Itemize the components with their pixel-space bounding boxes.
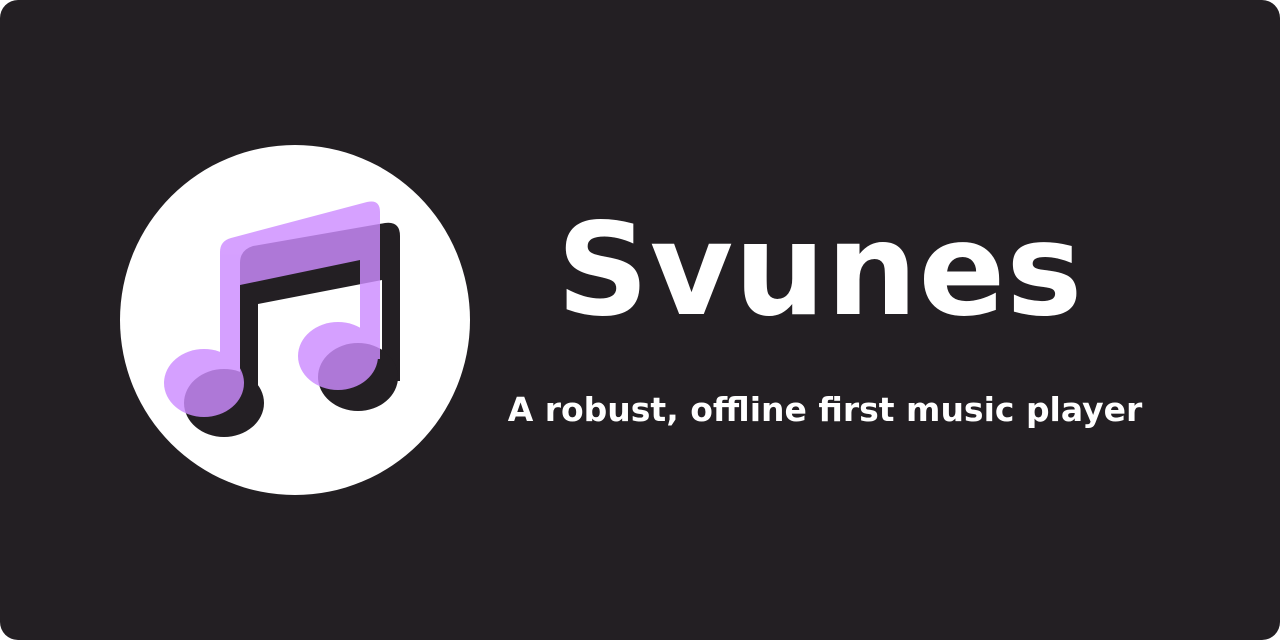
music-note-icon	[164, 201, 400, 437]
logo	[120, 145, 470, 495]
app-title: Svunes	[556, 196, 1084, 345]
app-tagline: A robust, offline first music player	[507, 390, 1143, 429]
banner-card: Svunes A robust, offline first music pla…	[0, 0, 1280, 640]
